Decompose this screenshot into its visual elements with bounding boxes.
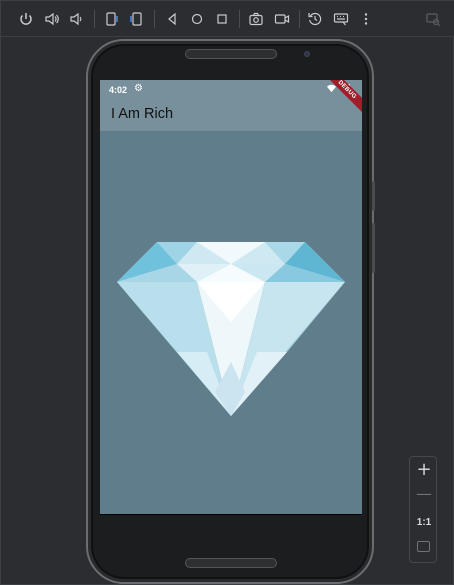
device-mirror-icon[interactable] (422, 8, 444, 30)
settings-gear-icon: ⚙ (134, 83, 143, 94)
volume-down-icon[interactable] (65, 8, 87, 30)
zoom-controls: + — 1:1 (409, 456, 437, 563)
toolbar-separator (154, 10, 155, 28)
emulator-toolbar (1, 1, 454, 37)
rotate-left-icon[interactable] (101, 8, 123, 30)
toolbar-separator (94, 10, 95, 28)
zoom-in-button[interactable]: + (410, 459, 438, 481)
app-title: I Am Rich (111, 106, 174, 122)
front-camera (304, 51, 310, 57)
overview-icon[interactable] (211, 8, 233, 30)
home-icon[interactable] (186, 8, 208, 30)
bottom-speaker (185, 558, 277, 568)
power-icon[interactable] (15, 8, 37, 30)
emulator-window: 4:02 ⚙ I Am Rich DEBUG + — 1:1 (0, 0, 454, 585)
back-icon[interactable] (161, 8, 183, 30)
screen-record-icon[interactable] (271, 8, 293, 30)
screenshot-icon[interactable] (245, 8, 267, 30)
diamond-image (117, 242, 345, 416)
zoom-actual-size-button[interactable]: 1:1 (410, 517, 438, 528)
restore-snapshot-icon[interactable] (304, 8, 326, 30)
device-screen[interactable]: 4:02 ⚙ I Am Rich DEBUG (100, 80, 362, 515)
phone-volume-button (372, 223, 375, 273)
extended-controls-icon[interactable] (330, 8, 352, 30)
rotate-right-icon[interactable] (125, 8, 147, 30)
app-bar: I Am Rich (100, 100, 362, 131)
more-options-icon[interactable] (355, 8, 377, 30)
volume-up-icon[interactable] (41, 8, 63, 30)
status-bar: 4:02 ⚙ (100, 80, 362, 100)
toolbar-separator (299, 10, 300, 28)
top-speaker (185, 49, 277, 59)
zoom-out-button[interactable]: — (410, 484, 438, 506)
android-nav-bar (100, 514, 362, 515)
zoom-fit-icon[interactable] (417, 541, 430, 552)
toolbar-separator (239, 10, 240, 28)
status-time: 4:02 (109, 85, 128, 95)
phone-power-button (372, 181, 375, 211)
